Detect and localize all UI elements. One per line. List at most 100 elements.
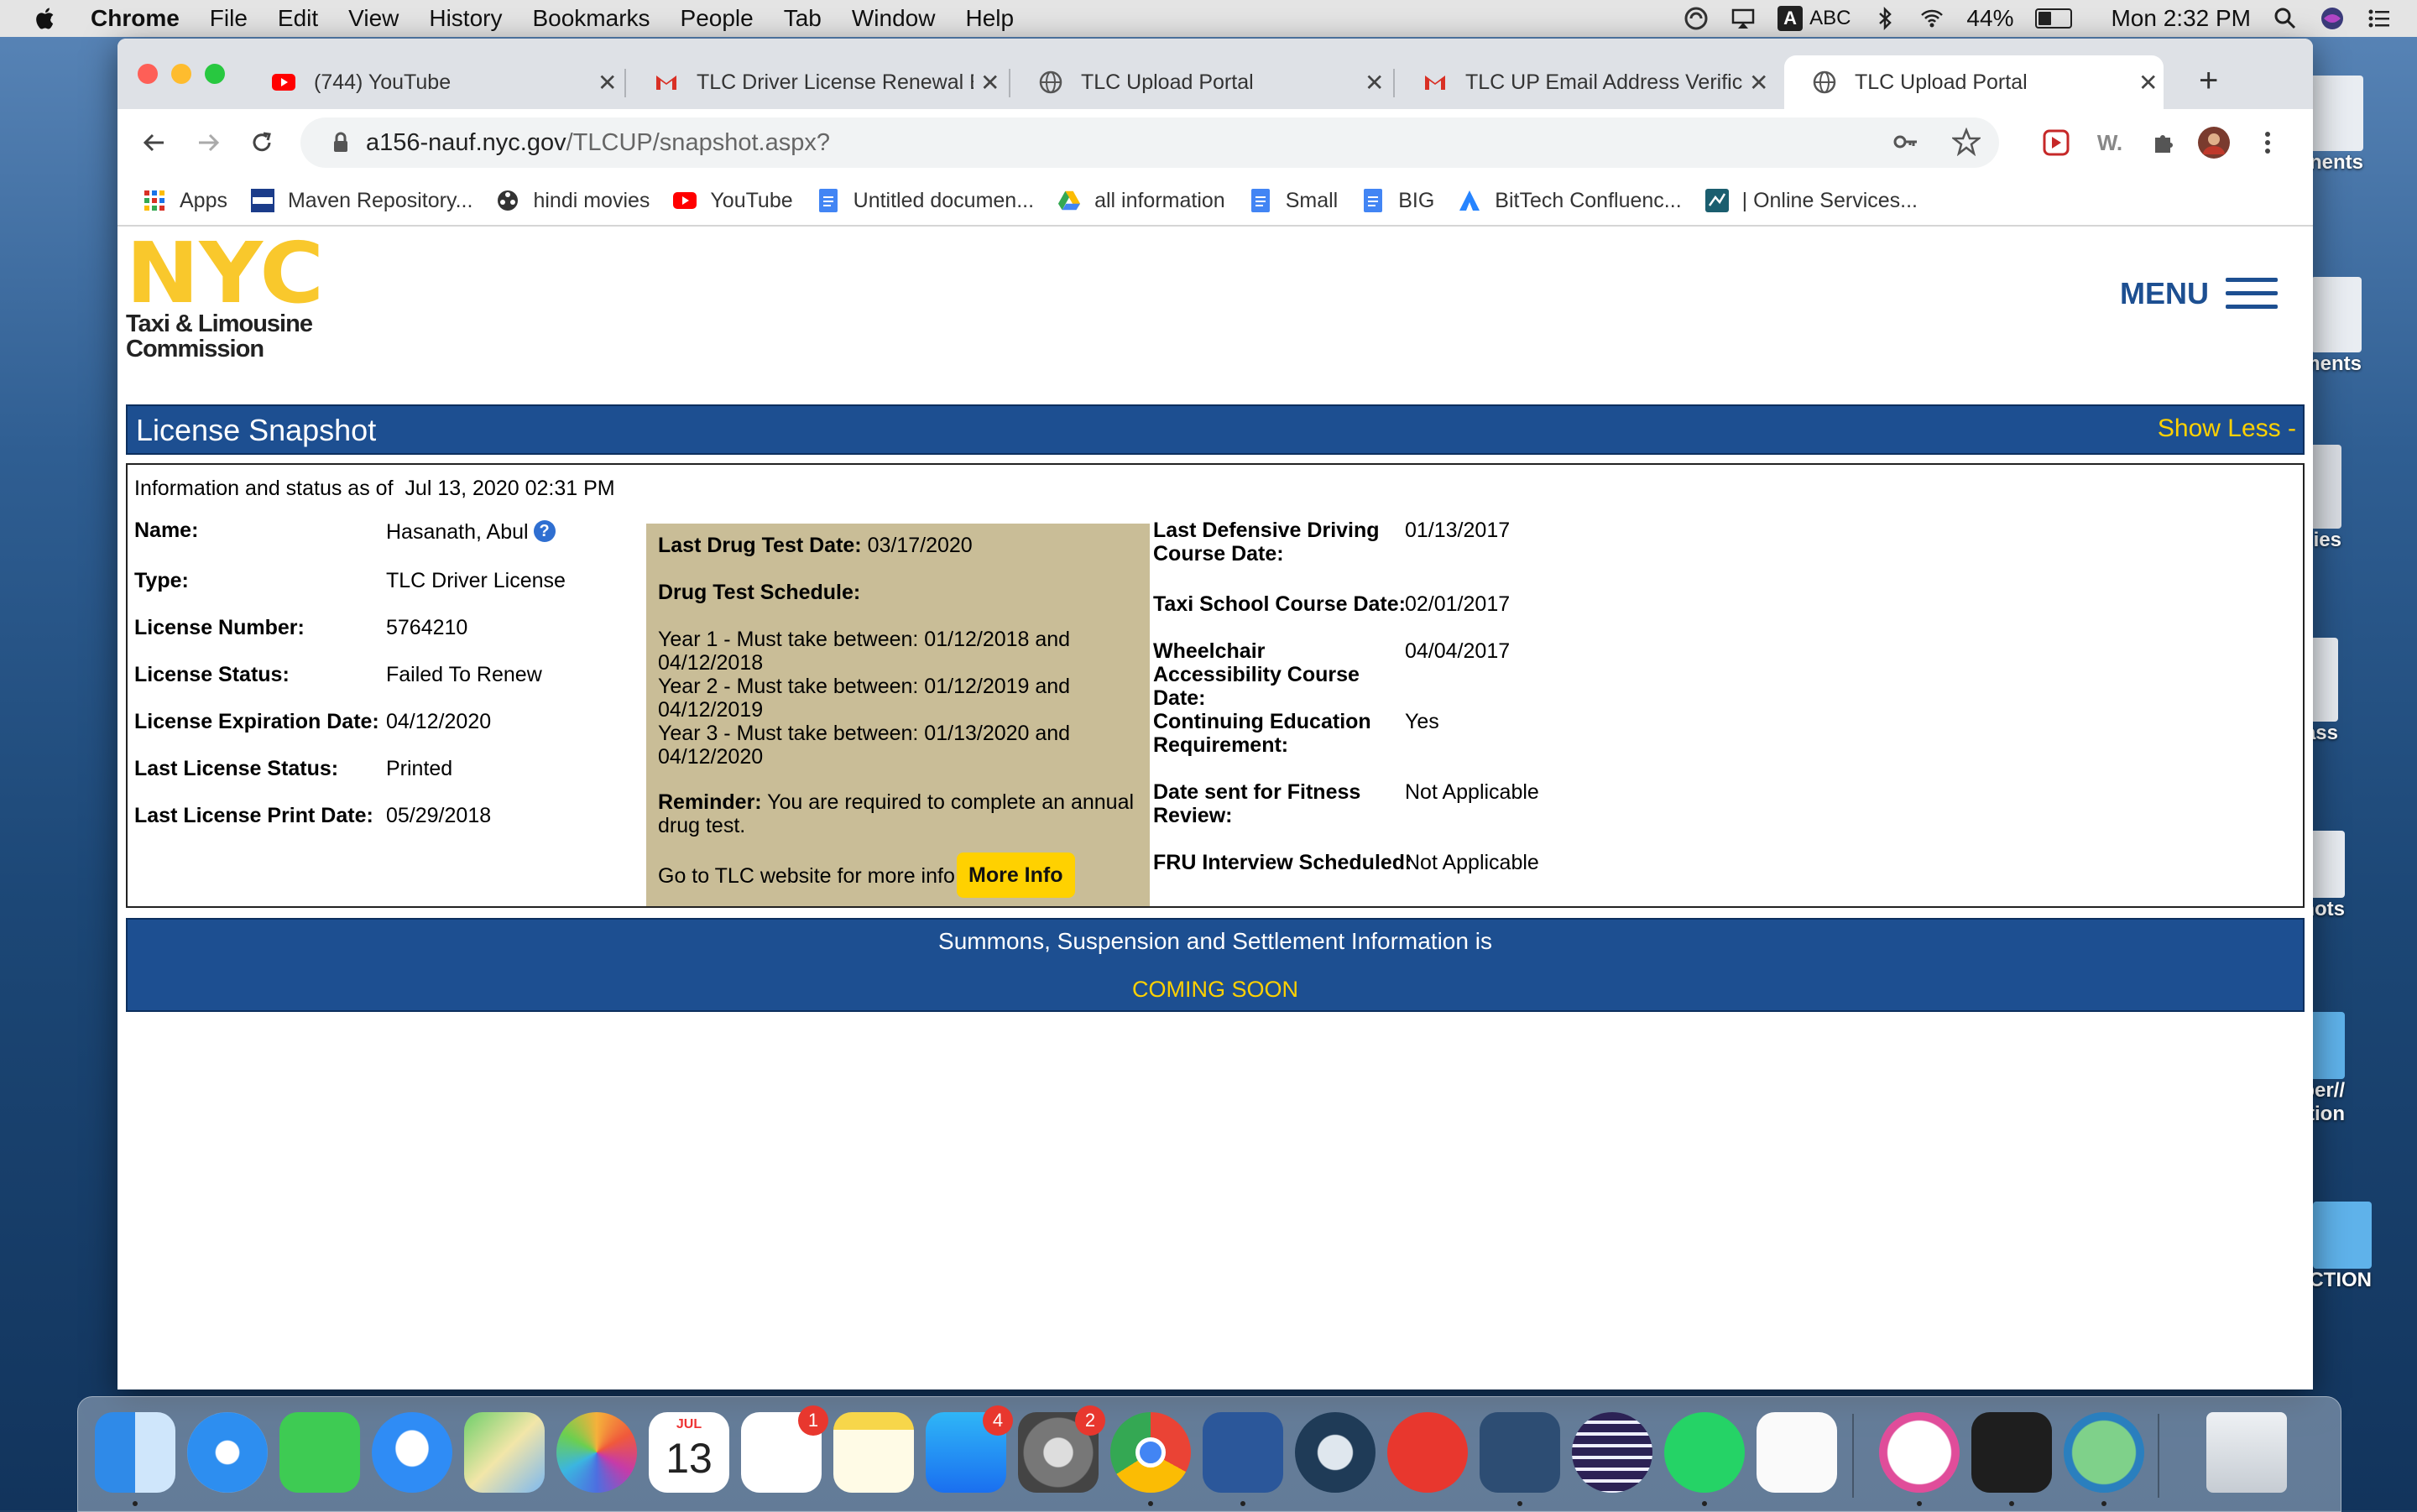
nyc-tlc-logo[interactable]: NYC Taxi & Limousine Commission <box>126 224 327 362</box>
photos-icon[interactable] <box>556 1412 637 1493</box>
menu-help[interactable]: Help <box>965 5 1014 32</box>
tab-close-icon[interactable]: ✕ <box>1365 69 1384 96</box>
notes-icon[interactable] <box>833 1412 914 1493</box>
quicktime-icon[interactable] <box>1295 1412 1376 1493</box>
address-bar[interactable]: a156-nauf.nyc.gov/TLCUP/snapshot.aspx? <box>300 117 1999 168</box>
system-preferences-icon[interactable]: 2 <box>1018 1405 1105 1493</box>
tab-youtube[interactable]: (744) YouTube ✕ <box>243 55 621 109</box>
as-of-timestamp: Jul 13, 2020 02:31 PM <box>405 477 615 500</box>
mysql-workbench-icon[interactable] <box>1480 1412 1560 1506</box>
input-source-badge-icon: A <box>1778 6 1804 31</box>
bluetooth-icon[interactable] <box>1872 6 1898 31</box>
bookmark-online-services[interactable]: | Online Services... <box>1704 189 1918 213</box>
terminal-icon[interactable] <box>1971 1412 2052 1506</box>
back-button[interactable] <box>136 124 173 161</box>
site-menu-button[interactable]: MENU <box>2120 269 2278 318</box>
menu-clock[interactable]: Mon 2:32 PM <box>2111 5 2251 32</box>
tab-tlc-upload-portal[interactable]: TLC Upload Portal ✕ <box>1010 55 1388 109</box>
bookmark-all-information[interactable]: all information <box>1057 189 1225 213</box>
menu-people[interactable]: People <box>681 5 754 32</box>
zoom-window-button[interactable] <box>205 64 225 84</box>
tab-close-icon[interactable]: ✕ <box>980 69 1000 96</box>
star-icon[interactable] <box>1952 128 1981 156</box>
tab-close-icon[interactable]: ✕ <box>1749 69 1768 96</box>
reload-button[interactable] <box>243 124 280 161</box>
chrome-icon[interactable] <box>1110 1412 1191 1506</box>
bookmark-hindi-movies[interactable]: hindi movies <box>496 189 650 213</box>
drug-schedule-heading: Drug Test Schedule: <box>658 581 861 604</box>
minimize-window-button[interactable] <box>171 64 191 84</box>
menu-bookmarks[interactable]: Bookmarks <box>532 5 650 32</box>
messages-icon[interactable] <box>372 1412 452 1493</box>
tab-close-icon[interactable]: ✕ <box>598 69 617 96</box>
license-expiration-value: 04/12/2020 <box>386 710 492 733</box>
apple-icon[interactable] <box>34 6 59 31</box>
facetime-icon[interactable] <box>279 1412 360 1493</box>
forward-button[interactable] <box>190 124 227 161</box>
reminders-icon[interactable]: 1 <box>741 1405 828 1493</box>
tab-gmail-verification[interactable]: TLC UP Email Address Verific ✕ <box>1395 55 1772 109</box>
battery-icon[interactable] <box>2035 8 2073 29</box>
extension-w-icon[interactable]: W. <box>2093 126 2127 159</box>
chrome-menu-icon[interactable] <box>2251 126 2284 159</box>
arrow-left-icon <box>143 133 164 152</box>
menu-tab[interactable]: Tab <box>784 5 822 32</box>
sync-status-icon[interactable] <box>1684 6 1709 31</box>
notification-center-icon[interactable] <box>2367 6 2392 31</box>
bookmark-bittech-confluence[interactable]: BitTech Confluenc... <box>1458 189 1682 213</box>
continuing-education-value: Yes <box>1405 710 1439 733</box>
new-tab-button[interactable]: + <box>2199 62 2218 100</box>
bookmark-apps[interactable]: Apps <box>143 189 227 213</box>
airplay-icon[interactable] <box>1731 6 1756 31</box>
maps-icon[interactable] <box>464 1412 545 1493</box>
menu-file[interactable]: File <box>210 5 248 32</box>
lock-icon[interactable] <box>324 132 358 154</box>
voice-memos-icon[interactable] <box>1387 1412 1468 1493</box>
calendar-icon[interactable]: JUL 13 <box>649 1412 729 1493</box>
bookmark-maven-repository[interactable]: Maven Repository... <box>250 189 472 213</box>
menu-app-name[interactable]: Chrome <box>91 5 180 32</box>
license-expiration-label: License Expiration Date: <box>134 710 379 733</box>
itunes-icon[interactable] <box>1879 1412 1960 1506</box>
bookmark-big[interactable]: BIG <box>1361 189 1434 213</box>
menu-edit[interactable]: Edit <box>278 5 318 32</box>
word-icon[interactable] <box>1203 1412 1283 1506</box>
finder-icon[interactable] <box>95 1412 175 1506</box>
show-less-link[interactable]: Show Less - <box>2158 414 2296 443</box>
omnibox-actions <box>1892 128 1981 156</box>
running-indicator <box>1148 1501 1153 1506</box>
fru-interview-label: FRU Interview Scheduled: <box>1153 851 1412 874</box>
wifi-icon[interactable] <box>1919 6 1945 31</box>
bookmark-untitled-document[interactable]: Untitled documen... <box>817 189 1034 213</box>
help-icon[interactable]: ? <box>533 520 556 542</box>
running-indicator <box>2009 1501 2014 1506</box>
siri-icon[interactable] <box>2320 6 2345 31</box>
key-icon[interactable] <box>1892 128 1920 156</box>
downloads-icon[interactable] <box>2064 1412 2144 1506</box>
profile-avatar[interactable] <box>2197 126 2231 159</box>
textedit-icon[interactable] <box>1757 1412 1837 1493</box>
bookmark-youtube[interactable]: YouTube <box>673 189 793 213</box>
trash-icon[interactable] <box>2206 1412 2287 1493</box>
input-source-icon[interactable]: A ABC <box>1778 6 1851 31</box>
app-store-icon[interactable]: 4 <box>926 1405 1013 1493</box>
tab-close-icon[interactable]: ✕ <box>2138 69 2158 96</box>
whatsapp-icon[interactable] <box>1664 1412 1745 1506</box>
spotlight-search-icon[interactable] <box>2273 6 2298 31</box>
tab-gmail-renewal[interactable]: TLC Driver License Renewal E ✕ <box>626 55 1004 109</box>
drug-test-panel: Last Drug Test Date: 03/17/2020 Drug Tes… <box>646 524 1150 906</box>
bookmark-small[interactable]: Small <box>1249 189 1338 213</box>
battery-percent[interactable]: 44% <box>1966 5 2013 32</box>
extension-w-label: W. <box>2096 129 2123 155</box>
more-info-button[interactable]: More Info <box>957 852 1075 898</box>
tab-tlc-upload-portal-active[interactable]: TLC Upload Portal ✕ <box>1784 55 2164 109</box>
eclipse-icon[interactable] <box>1572 1412 1652 1493</box>
notification-badge: 4 <box>983 1405 1013 1436</box>
menu-history[interactable]: History <box>429 5 502 32</box>
extensions-puzzle-icon[interactable] <box>2147 126 2180 159</box>
menu-view[interactable]: View <box>348 5 399 32</box>
menu-window[interactable]: Window <box>852 5 936 32</box>
close-window-button[interactable] <box>138 64 158 84</box>
extension-recorder-icon[interactable] <box>2039 126 2073 159</box>
safari-icon[interactable] <box>187 1412 268 1493</box>
